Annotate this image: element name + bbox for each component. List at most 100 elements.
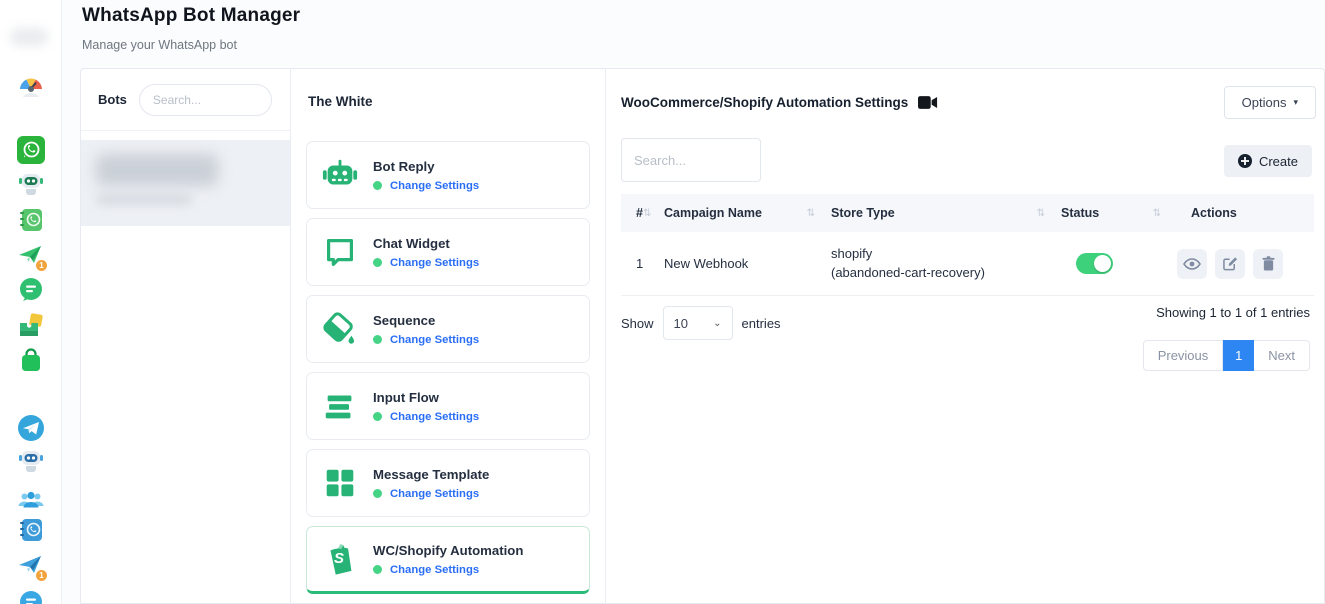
status-dot-icon [373,335,382,344]
menu-item-label: WC/Shopify Automation [373,543,523,558]
bot-menu-panel: The White Bot Reply [291,69,606,603]
status-dot-icon [373,258,382,267]
panel-title: WooCommerce/Shopify Automation Settings [621,95,908,110]
eye-icon [1183,258,1201,270]
page-size-control: Show 10 ⌄ entries [621,306,781,340]
change-settings-link[interactable]: Change Settings [390,564,479,576]
list-bars-icon [321,387,359,425]
next-page-button[interactable]: Next [1254,340,1310,371]
change-settings-link[interactable]: Change Settings [390,334,479,346]
page-size-select[interactable]: 10 ⌄ [663,306,733,340]
telegram-campaign-icon[interactable]: 1 [17,552,45,580]
shopify-bag-icon: S [321,540,359,578]
bots-panel: Bots [81,69,291,603]
row-campaign-name: New Webhook [664,256,831,271]
telegram-icon[interactable] [17,414,45,442]
options-button-label: Options [1242,95,1287,110]
row-index: 1 [621,256,664,271]
telegram-bot-icon[interactable] [17,446,45,474]
edit-icon [1223,256,1238,271]
delete-button[interactable] [1253,249,1283,279]
status-dot-icon [373,412,382,421]
plus-circle-icon [1238,154,1252,168]
whatsapp-chat-icon[interactable] [17,276,45,304]
status-toggle[interactable] [1076,253,1113,274]
sort-icon: ⇅ [643,208,651,219]
video-tutorial-icon[interactable] [918,96,938,109]
header-index[interactable]: # ⇅ [621,194,664,232]
sort-icon: ⇅ [1153,208,1161,219]
menu-card-wc-shopify-automation[interactable]: S WC/Shopify Automation Change Settings [306,526,590,594]
page-title: WhatsApp Bot Manager [82,5,300,27]
integrations-icon[interactable] [17,311,45,339]
redacted-bot-detail [96,194,192,205]
shopify-letter: S [334,550,344,567]
options-button[interactable]: Options ▾ [1224,86,1316,119]
menu-card-sequence[interactable]: Sequence Change Settings [306,295,590,363]
current-page-button[interactable]: 1 [1223,340,1254,371]
header-actions: Actions [1177,194,1314,232]
edit-button[interactable] [1215,249,1245,279]
entries-label: entries [742,316,781,331]
app-sidebar: 1 [0,0,62,604]
previous-page-button[interactable]: Previous [1143,340,1224,371]
notification-badge: 1 [35,569,48,582]
change-settings-link[interactable]: Change Settings [390,411,479,423]
change-settings-link[interactable]: Change Settings [390,488,479,500]
whatsapp-shop-icon[interactable] [17,346,45,374]
view-button[interactable] [1177,249,1207,279]
paint-bucket-icon [321,310,359,348]
redacted-bot-name [96,154,218,186]
status-dot-icon [373,565,382,574]
whatsapp-icon[interactable] [17,136,45,164]
menu-card-input-flow[interactable]: Input Flow Change Settings [306,372,590,440]
menu-item-label: Message Template [373,467,489,482]
menu-item-label: Sequence [373,313,479,328]
page-subtitle: Manage your WhatsApp bot [82,38,237,52]
create-button-label: Create [1259,154,1298,169]
change-settings-link[interactable]: Change Settings [390,180,479,192]
whatsapp-campaign-icon[interactable]: 1 [17,242,45,270]
menu-item-label: Input Flow [373,390,479,405]
create-button[interactable]: Create [1224,145,1312,177]
chevron-down-icon: ⌄ [713,318,721,329]
menu-card-message-template[interactable]: Message Template Change Settings [306,449,590,517]
sort-icon: ⇅ [807,208,815,219]
menu-item-label: Chat Widget [373,236,479,251]
chevron-down-icon: ▾ [1293,97,1298,108]
menu-item-label: Bot Reply [373,159,479,174]
notification-badge: 1 [35,259,48,272]
telegram-group-icon[interactable] [17,486,45,514]
bot-list-item-selected[interactable] [81,140,290,226]
header-status[interactable]: Status ⇅ [1061,194,1177,232]
row-store-type: shopify (abandoned-cart-recovery) [831,245,1061,283]
header-store-type[interactable]: Store Type ⇅ [831,194,1061,232]
telegram-chat-icon[interactable] [17,589,45,604]
table-header: # ⇅ Campaign Name ⇅ Store Type ⇅ Status … [621,194,1314,232]
table-row: 1 New Webhook shopify (abandoned-cart-re… [621,232,1314,296]
status-dot-icon [373,181,382,190]
bot-name-title: The White [308,94,373,109]
status-dot-icon [373,489,382,498]
bots-panel-header: Bots [81,69,290,131]
dashboard-gauge-icon[interactable] [17,74,45,102]
menu-card-chat-widget[interactable]: Chat Widget Change Settings [306,218,590,286]
table-search-input[interactable] [621,138,761,182]
main-card: Bots The White [80,68,1325,604]
change-settings-link[interactable]: Change Settings [390,257,479,269]
header-campaign-name[interactable]: Campaign Name ⇅ [664,194,831,232]
automation-settings-panel: WooCommerce/Shopify Automation Settings … [606,69,1324,603]
entries-summary: Showing 1 to 1 of 1 entries [1156,305,1310,320]
sort-icon: ⇅ [1037,208,1045,219]
bots-search-input[interactable] [139,84,272,116]
whatsapp-bot-icon[interactable] [17,169,45,197]
telegram-contacts-icon[interactable] [17,516,45,544]
trash-icon [1262,256,1275,271]
whatsapp-contacts-icon[interactable] [17,206,45,234]
show-label: Show [621,316,654,331]
robot-icon [321,156,359,194]
menu-card-bot-reply[interactable]: Bot Reply Change Settings [306,141,590,209]
blurred-logo [10,28,48,46]
grid-icon [321,464,359,502]
bot-menu-list: Bot Reply Change Settings Chat Widget [306,141,590,603]
